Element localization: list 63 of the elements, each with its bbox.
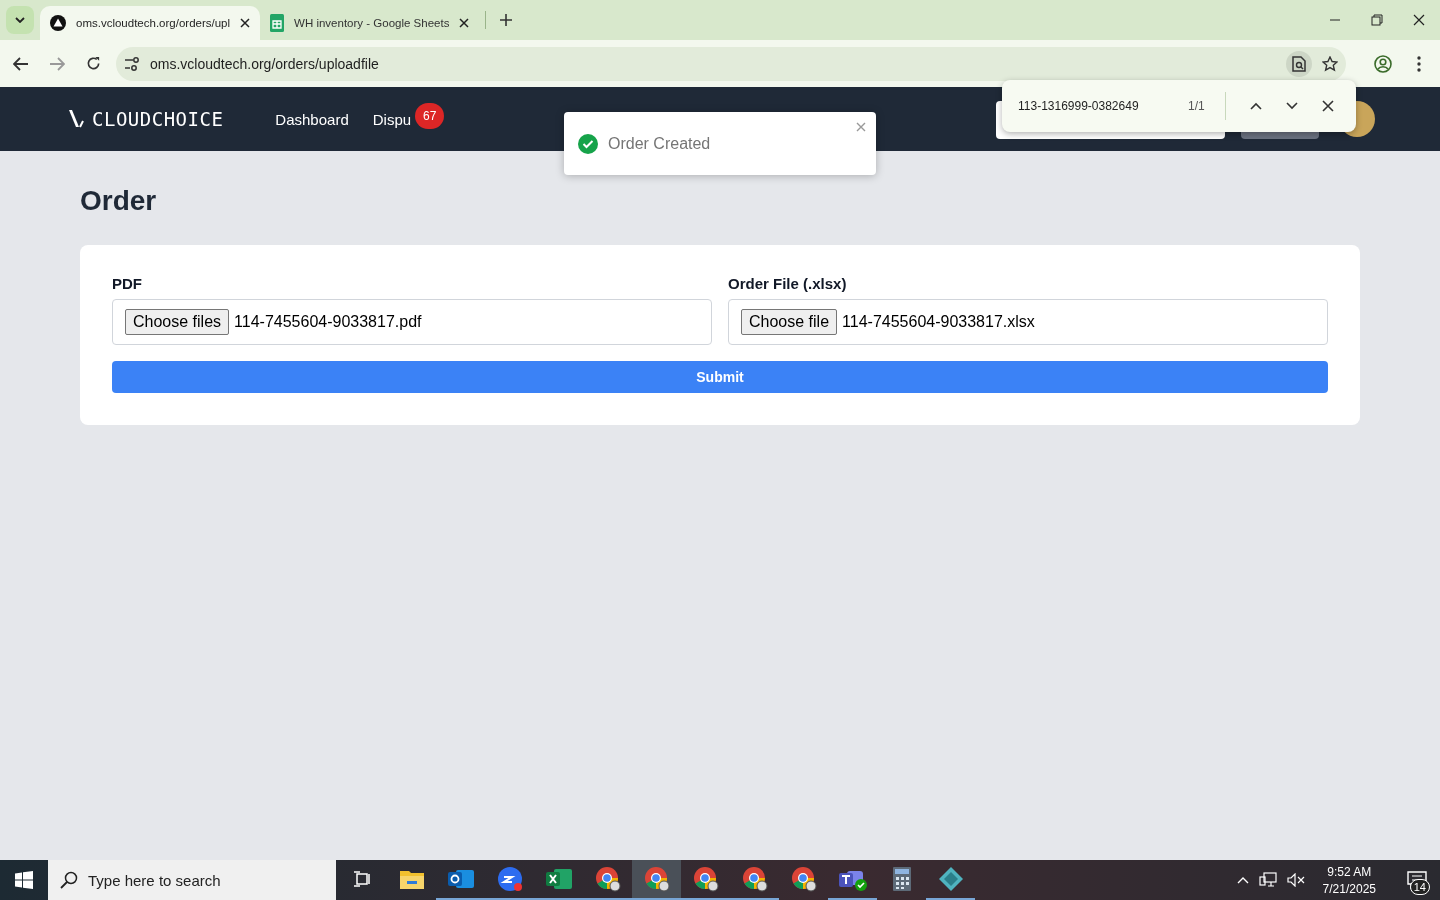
file-name: 114-7455604-9033817.xlsx	[842, 313, 1035, 331]
browser-icon	[692, 866, 719, 892]
triangle-logo-icon	[50, 15, 66, 31]
logo-text: CLOUDCHOICE	[92, 108, 224, 130]
muted-speaker-icon[interactable]	[1286, 873, 1305, 887]
close-icon[interactable]	[1321, 100, 1334, 112]
sheet-icon	[270, 14, 285, 32]
url-text: oms.vcloudtech.org/orders/uploadfile	[150, 55, 380, 72]
site-settings-icon[interactable]	[124, 56, 140, 71]
more-menu-icon[interactable]	[1417, 55, 1421, 72]
forward-icon[interactable]	[49, 56, 65, 71]
choose-file-button[interactable]: Choose file	[741, 309, 838, 335]
video-app-icon	[496, 866, 523, 892]
close-icon[interactable]	[1413, 14, 1425, 26]
spreadsheet-app-icon	[545, 868, 572, 890]
taskbar-app[interactable]	[632, 860, 681, 900]
folder-icon	[399, 869, 424, 889]
mail-app-icon	[447, 868, 474, 890]
count-badge: 67	[415, 103, 445, 129]
field-label: PDF	[112, 275, 143, 292]
check-circle-icon	[578, 133, 598, 154]
chevron-up-icon[interactable]	[1249, 102, 1262, 110]
match-count: 1/1	[1188, 99, 1205, 113]
windows-start-icon[interactable]	[15, 871, 33, 889]
submit-button[interactable]: Submit	[112, 361, 1328, 393]
chevron-down-icon[interactable]	[1285, 102, 1298, 110]
file-name: 114-7455604-9033817.pdf	[234, 313, 422, 331]
profile-icon[interactable]	[1374, 54, 1392, 73]
notification-count: 14	[1409, 879, 1430, 895]
close-icon[interactable]	[459, 18, 470, 28]
page-title: Order	[80, 185, 158, 217]
network-icon[interactable]	[1258, 872, 1277, 888]
nav-link[interactable]: Dashboard	[275, 110, 349, 128]
search-icon	[60, 871, 78, 889]
restore-icon[interactable]	[1371, 14, 1383, 26]
browser-tab[interactable]: oms.vcloudtech.org/orders/upl	[40, 6, 261, 40]
file-input[interactable]: Choose file 114-7455604-9033817.xlsx	[728, 299, 1328, 345]
toast-message: Order Created	[608, 134, 711, 153]
browser-icon	[790, 866, 817, 892]
bookmark-star-icon[interactable]	[1322, 55, 1338, 72]
field-label: Order File (.xlsx)	[728, 275, 848, 292]
browser-icon	[643, 866, 670, 892]
clock-time: 9:52 AM	[1327, 864, 1372, 879]
file-input[interactable]: Choose files 114-7455604-9033817.pdf	[112, 299, 712, 345]
clock-date: 7/21/2025	[1322, 881, 1376, 896]
diamond-app-icon	[938, 867, 963, 891]
back-icon[interactable]	[13, 56, 29, 71]
page-search-icon[interactable]	[1292, 55, 1306, 72]
new-tab-icon[interactable]	[499, 13, 514, 27]
chevron-down-icon	[15, 17, 25, 23]
choose-file-button[interactable]: Choose files	[125, 309, 230, 335]
nav-link[interactable]: Dispu	[372, 110, 412, 128]
calculator-icon	[892, 867, 911, 891]
task-view-icon	[353, 871, 372, 887]
browser-icon	[594, 866, 621, 892]
taskbar-search-field[interactable]: Type here to search	[48, 860, 336, 900]
browser-tab[interactable]: WH inventory - Google Sheets	[260, 6, 480, 40]
reload-icon[interactable]	[85, 56, 101, 71]
browser-icon	[741, 866, 768, 892]
close-icon[interactable]	[240, 18, 251, 28]
find-input[interactable]: 113-1316999-0382649	[1016, 98, 1180, 114]
address-bar[interactable]: oms.vcloudtech.org/orders/uploadfile	[116, 46, 1346, 81]
tab-list-button[interactable]	[6, 6, 34, 34]
